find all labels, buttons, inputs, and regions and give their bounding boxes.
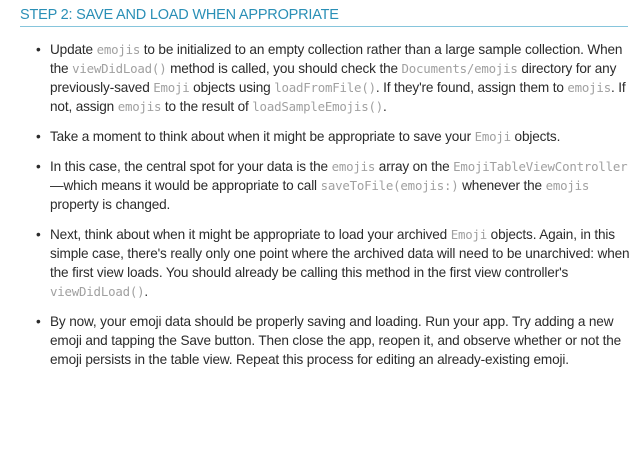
inline-code: Emoji — [450, 227, 488, 242]
inline-code: loadFromFile() — [274, 80, 376, 95]
bullet-icon: • — [36, 42, 41, 57]
inline-code: emojis — [331, 159, 376, 174]
text-run: By now, your emoji data should be proper… — [50, 314, 622, 367]
text-run: In this case, the central spot for your … — [50, 159, 332, 174]
instruction-text: In this case, the central spot for your … — [50, 159, 628, 212]
instruction-text: Take a moment to think about when it mig… — [50, 129, 560, 144]
bullet-icon: • — [36, 129, 41, 144]
text-run: . If they're found, assign them to — [375, 80, 568, 95]
instruction-item: • Update emojis to be initialized to an e… — [36, 40, 630, 116]
inline-code: saveToFile(emojis:) — [320, 178, 459, 193]
bullet-icon: • — [36, 227, 41, 242]
inline-code: loadSampleEmojis() — [252, 99, 383, 114]
instruction-text: Next, think about when it might be appro… — [50, 227, 630, 299]
bullet-icon: • — [36, 314, 41, 329]
inline-code: Emoji — [153, 80, 190, 95]
instruction-text: By now, your emoji data should be proper… — [50, 314, 621, 367]
text-run: to the result of — [161, 99, 253, 114]
instruction-page: STEP 2: SAVE AND LOAD WHEN APPROPRIATE •… — [0, 0, 636, 474]
bullet-icon: • — [36, 159, 41, 174]
inline-code: emojis — [117, 99, 162, 114]
text-run: method is called, you should check the — [166, 61, 402, 76]
text-run: . — [382, 99, 387, 114]
inline-code: Documents/emojis — [401, 61, 518, 76]
text-run: objects. — [510, 129, 561, 144]
inline-code: EmojiTableViewController — [453, 159, 628, 174]
inline-code: viewDidLoad() — [50, 284, 145, 299]
instruction-list: • Update emojis to be initialized to an e… — [36, 40, 630, 380]
text-run: whenever the — [458, 178, 546, 193]
text-run: —which means it would be appropriate to … — [50, 178, 321, 193]
instruction-item: • In this case, the central spot for your… — [36, 157, 630, 214]
text-run: Update — [50, 42, 97, 57]
inline-code: Emoji — [474, 129, 512, 144]
inline-code: emojis — [96, 42, 141, 57]
inline-code: emojis — [545, 178, 590, 193]
text-run: objects using — [189, 80, 275, 95]
text-run: . — [144, 284, 149, 299]
inline-code: viewDidLoad() — [72, 61, 167, 76]
instruction-text: Update emojis to be initialized to an em… — [50, 42, 626, 114]
text-run: Take a moment to think about when it mig… — [50, 129, 475, 144]
text-run: array on the — [375, 159, 454, 174]
instruction-item: • Take a moment to think about when it mi… — [36, 127, 630, 146]
text-run: property is changed. — [50, 197, 171, 212]
heading-divider — [20, 26, 628, 27]
text-run: Next, think about when it might be appro… — [50, 227, 451, 242]
instruction-item: • Next, think about when it might be appr… — [36, 225, 630, 301]
instruction-item: • By now, your emoji data should be prope… — [36, 312, 630, 369]
inline-code: emojis — [567, 80, 611, 95]
step-heading: STEP 2: SAVE AND LOAD WHEN APPROPRIATE — [20, 7, 339, 23]
